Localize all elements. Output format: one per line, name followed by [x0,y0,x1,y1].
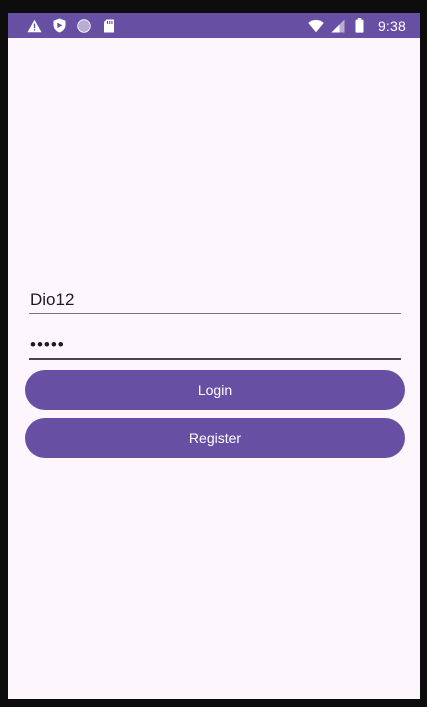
warning-icon [26,18,42,34]
sd-card-icon [101,18,117,34]
shield-icon [51,18,67,34]
status-bar-notifications [26,13,117,38]
device-frame: 9:38 Login Register [0,0,427,707]
app-screen: 9:38 Login Register [8,13,420,699]
wifi-icon [308,18,324,34]
battery-icon [352,18,368,34]
cell-signal-icon [330,18,346,34]
register-button[interactable]: Register [25,418,405,458]
username-field[interactable] [29,287,401,314]
status-bar-system: 9:38 [308,13,406,38]
login-button[interactable]: Login [25,370,405,410]
username-input[interactable] [29,287,401,312]
circle-icon [76,18,92,34]
password-field[interactable] [29,333,401,360]
password-input[interactable] [29,333,401,357]
status-time: 9:38 [377,17,406,34]
status-bar: 9:38 [8,13,420,38]
